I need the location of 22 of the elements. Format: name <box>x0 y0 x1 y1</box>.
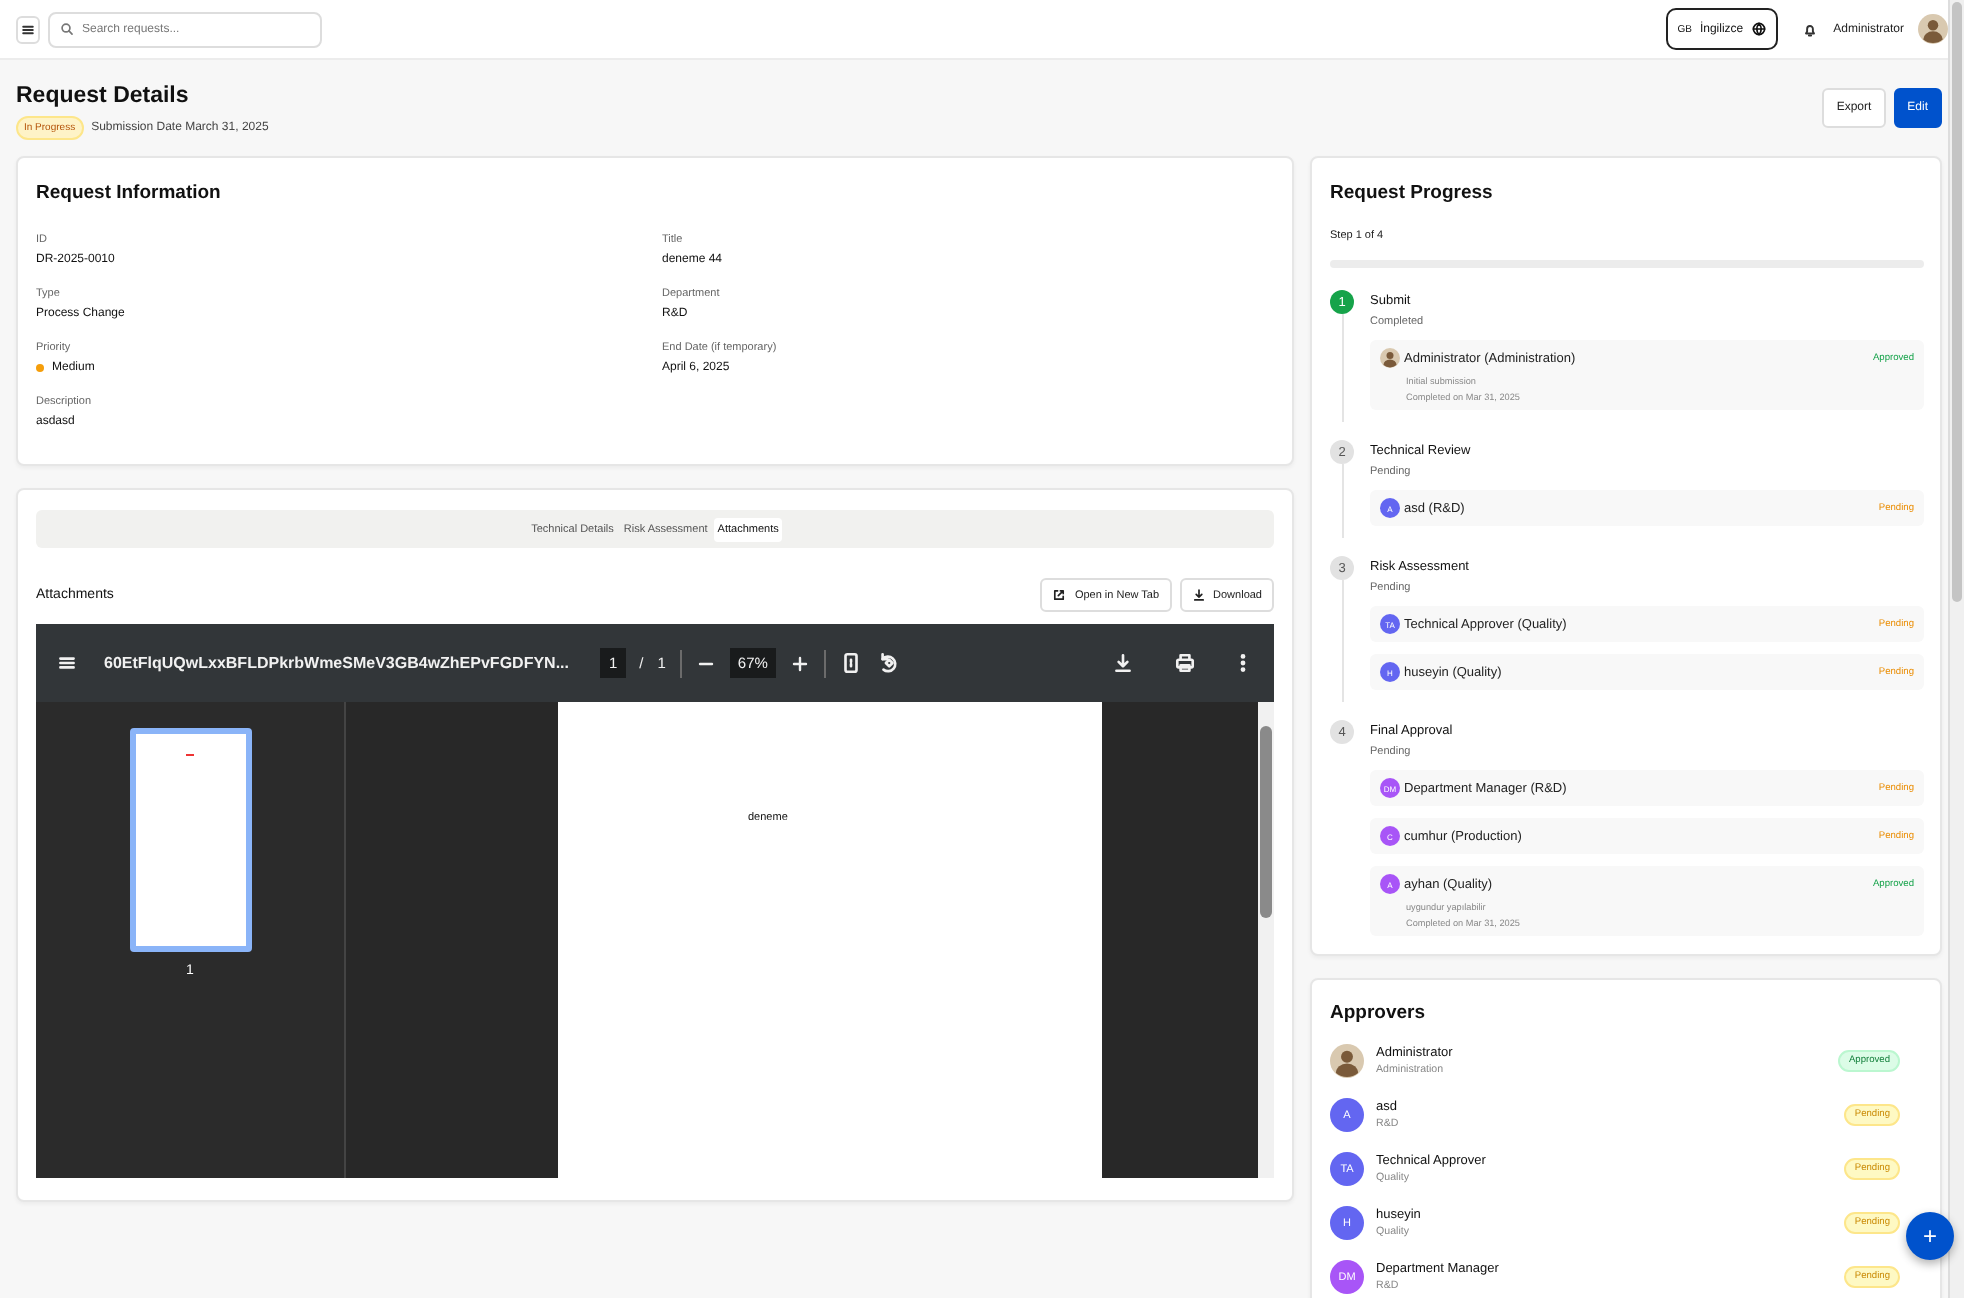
download-icon[interactable] <box>1112 652 1134 674</box>
download-icon <box>1191 588 1206 602</box>
search-icon <box>60 22 74 36</box>
bell-icon[interactable] <box>1801 21 1818 37</box>
avatar-silhouette <box>1330 1044 1364 1078</box>
zoom-in-icon[interactable] <box>789 653 810 673</box>
globe-icon <box>1751 22 1766 36</box>
menu-button[interactable] <box>16 15 40 43</box>
card-title: Approvers <box>1330 1002 1428 1024</box>
file-name: 60EtFlqUQwLxxBFLDPkrbWmeSMeV3GB4wZhEPvFGDFYN... <box>104 654 569 672</box>
sidebar-toggle-icon[interactable] <box>56 652 78 674</box>
menu-icon <box>20 21 36 37</box>
rotate-icon[interactable] <box>875 652 898 674</box>
card-title: Request Progress <box>1330 182 1495 204</box>
page-thumbnail[interactable] <box>129 728 251 952</box>
page-title: Request Details <box>16 82 191 110</box>
card-title: Request Information <box>36 182 223 204</box>
fit-page-icon[interactable] <box>839 652 862 674</box>
print-icon[interactable] <box>1174 652 1196 674</box>
external-link-icon <box>1052 588 1067 602</box>
avatar-silhouette <box>1380 348 1400 368</box>
avatar-silhouette <box>1918 14 1948 44</box>
